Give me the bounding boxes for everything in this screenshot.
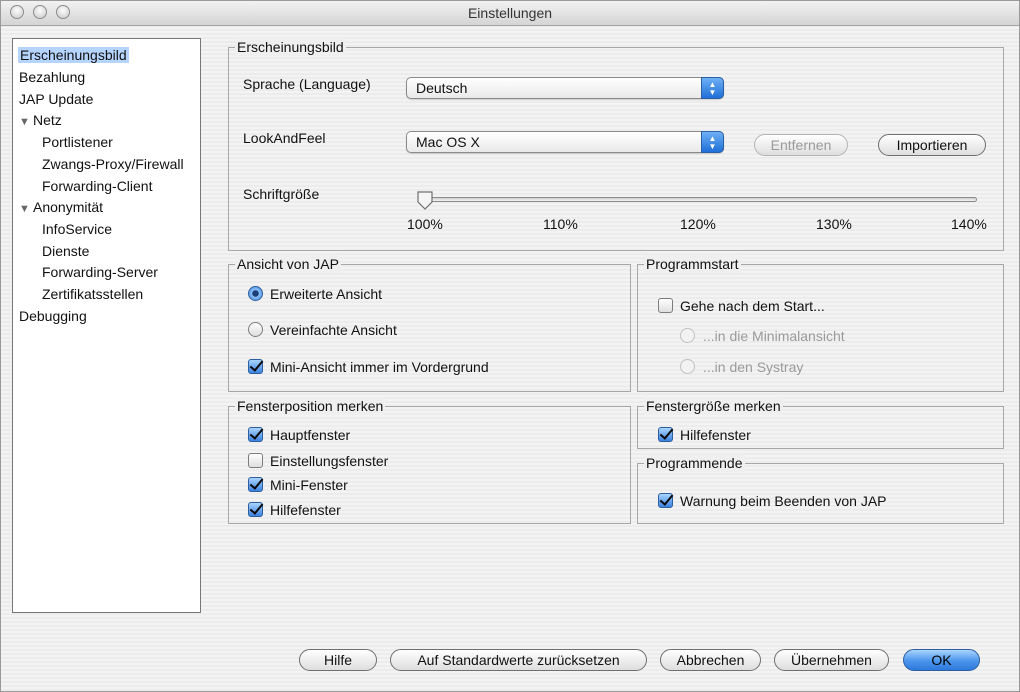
apply-button[interactable]: Übernehmen xyxy=(774,649,889,671)
tree-item-zwangs-proxy[interactable]: Zwangs-Proxy/Firewall xyxy=(42,155,184,173)
lookandfeel-value: Mac OS X xyxy=(416,134,480,150)
language-value: Deutsch xyxy=(416,80,468,96)
help-window-size-checkbox[interactable] xyxy=(658,427,673,442)
font-size-slider-track[interactable] xyxy=(421,197,977,202)
lookandfeel-select[interactable]: Mac OS X ▲ ▼ xyxy=(406,131,724,153)
simplified-view-label: Vereinfachte Ansicht xyxy=(270,322,397,338)
simplified-view-radio[interactable] xyxy=(248,322,263,337)
startup-legend: Programmstart xyxy=(644,255,741,273)
systray-label: ...in den Systray xyxy=(703,359,804,375)
main-window-label: Hauptfenster xyxy=(270,427,351,443)
settings-window-label: Einstellungsfenster xyxy=(270,453,389,469)
tick-110: 110% xyxy=(543,216,578,232)
reset-defaults-button[interactable]: Auf Standardwerte zurücksetzen xyxy=(390,649,647,671)
disclosure-triangle-icon[interactable]: ▼ xyxy=(19,113,33,131)
mini-window-label: Mini-Fenster xyxy=(270,477,348,493)
select-arrows-icon: ▲ ▼ xyxy=(701,131,724,153)
title-bar: Einstellungen xyxy=(1,1,1019,26)
window-size-legend: Fenstergröße merken xyxy=(644,397,783,415)
tree-item-debugging[interactable]: Debugging xyxy=(19,307,87,325)
help-window-pos-label: Hilfefenster xyxy=(270,502,341,518)
systray-radio[interactable] xyxy=(680,359,695,374)
tick-120: 120% xyxy=(680,216,716,232)
tree-item-forwarding-server[interactable]: Forwarding-Server xyxy=(42,263,158,281)
tick-130: 130% xyxy=(816,216,852,232)
tree-item-erscheinungsbild[interactable]: Erscheinungsbild xyxy=(18,46,129,64)
font-size-label: Schriftgröße xyxy=(243,186,320,202)
language-select[interactable]: Deutsch ▲ ▼ xyxy=(406,77,724,99)
view-legend: Ansicht von JAP xyxy=(235,255,341,273)
main-window-checkbox[interactable] xyxy=(248,427,263,442)
tick-140: 140% xyxy=(951,216,987,232)
minimal-view-label: ...in die Minimalansicht xyxy=(703,328,845,344)
tree-item-anonymitaet[interactable]: ▼ Anonymität xyxy=(19,198,103,218)
mini-window-checkbox[interactable] xyxy=(248,477,263,492)
exit-warning-label: Warnung beim Beenden von JAP xyxy=(680,493,887,509)
after-start-checkbox[interactable] xyxy=(658,298,673,313)
tree-item-netz[interactable]: ▼ Netz xyxy=(19,111,62,131)
minimal-view-radio[interactable] xyxy=(680,328,695,343)
after-start-label: Gehe nach dem Start... xyxy=(680,298,825,314)
exit-warning-checkbox[interactable] xyxy=(658,493,673,508)
help-window-pos-checkbox[interactable] xyxy=(248,502,263,517)
help-window-size-label: Hilfefenster xyxy=(680,427,751,443)
window-position-legend: Fensterposition merken xyxy=(235,397,386,415)
appearance-legend: Erscheinungsbild xyxy=(235,38,346,56)
settings-window-checkbox[interactable] xyxy=(248,453,263,468)
tree-item-portlistener[interactable]: Portlistener xyxy=(42,133,113,151)
extended-view-radio[interactable] xyxy=(248,286,263,301)
tree-item-jap-update[interactable]: JAP Update xyxy=(19,90,93,108)
exit-legend: Programmende xyxy=(644,454,745,472)
tree-item-dienste[interactable]: Dienste xyxy=(42,242,89,260)
tree-item-zertifikatsstellen[interactable]: Zertifikatsstellen xyxy=(42,285,143,303)
language-label: Sprache (Language) xyxy=(243,76,371,92)
ok-button[interactable]: OK xyxy=(903,649,980,671)
disclosure-triangle-icon[interactable]: ▼ xyxy=(19,200,33,218)
remove-button[interactable]: Entfernen xyxy=(754,134,848,156)
settings-tree[interactable]: Erscheinungsbild Bezahlung JAP Update ▼ N… xyxy=(12,38,201,613)
tree-item-infoservice[interactable]: InfoService xyxy=(42,220,112,238)
mini-on-top-label: Mini-Ansicht immer im Vordergrund xyxy=(270,359,489,375)
cancel-button[interactable]: Abbrechen xyxy=(660,649,761,671)
select-arrows-icon: ▲ ▼ xyxy=(701,77,724,99)
import-button[interactable]: Importieren xyxy=(878,134,986,156)
tick-100: 100% xyxy=(407,216,443,232)
lookandfeel-label: LookAndFeel xyxy=(243,130,326,146)
help-button[interactable]: Hilfe xyxy=(299,649,377,671)
window-title: Einstellungen xyxy=(467,5,553,21)
mini-on-top-checkbox[interactable] xyxy=(248,359,263,374)
extended-view-label: Erweiterte Ansicht xyxy=(270,286,383,302)
settings-window: Einstellungen Erscheinungsbild Bezahlung… xyxy=(0,0,1020,692)
font-size-slider-thumb[interactable] xyxy=(416,190,434,210)
tree-item-forwarding-client[interactable]: Forwarding-Client xyxy=(42,177,152,195)
tree-item-bezahlung[interactable]: Bezahlung xyxy=(19,68,85,86)
